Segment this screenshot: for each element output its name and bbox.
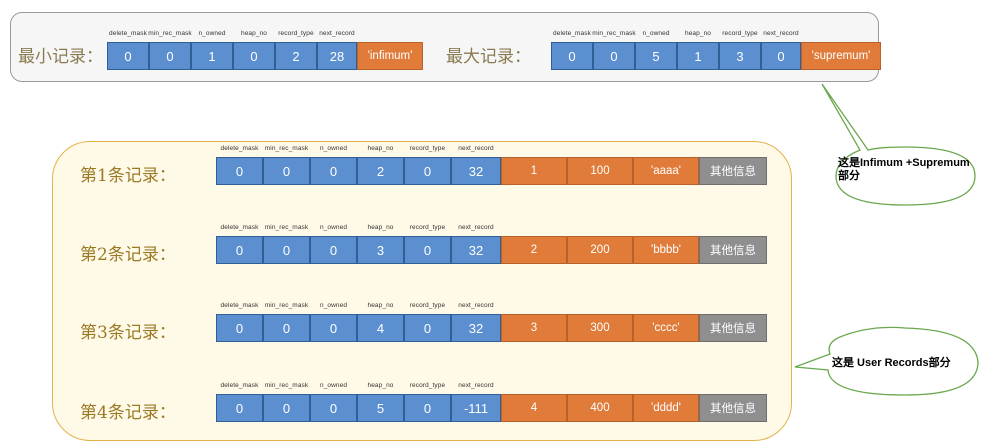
record-3-field-min_rec_mask: 0: [263, 314, 310, 342]
record-2-col1: 2: [501, 236, 567, 264]
record-4-col3: 'dddd': [633, 394, 699, 422]
record-3-field-n_owned: 0: [310, 314, 357, 342]
record-2-header-delete_mask: delete_mask: [220, 224, 259, 231]
infimum-field-next_record: 28: [317, 42, 357, 70]
infimum-field-delete_mask: 0: [107, 42, 149, 70]
record-3-field-next_record: 32: [451, 314, 501, 342]
record-2-field-n_owned: 0: [310, 236, 357, 264]
record-4-field-delete_mask: 0: [216, 394, 263, 422]
record-2-col2: 200: [567, 236, 633, 264]
infimum-header-record_type: record_type: [278, 30, 314, 37]
infimum-field-heap_no: 0: [233, 42, 275, 70]
record-2-field-min_rec_mask: 0: [263, 236, 310, 264]
record-3-header-n_owned: n_owned: [319, 302, 348, 309]
record-3-field-heap_no: 4: [357, 314, 404, 342]
record-4-header-record_type: record_type: [409, 382, 446, 389]
record-3-field-record_type: 0: [404, 314, 451, 342]
record-1-header-heap_no: heap_no: [367, 145, 394, 152]
supremum-field-record_type: 3: [719, 42, 761, 70]
record-4-field-n_owned: 0: [310, 394, 357, 422]
record-2-other-info: 其他信息: [699, 236, 767, 264]
supremum-header-n_owned: n_owned: [642, 30, 670, 37]
record-1-field-min_rec_mask: 0: [263, 157, 310, 185]
record-1-header-next_record: next_record: [458, 145, 494, 152]
record-1-field-n_owned: 0: [310, 157, 357, 185]
record-4-header-n_owned: n_owned: [319, 382, 348, 389]
record-4-header-heap_no: heap_no: [367, 382, 394, 389]
record-3-field-delete_mask: 0: [216, 314, 263, 342]
infimum-data-cell: 'infimum': [357, 42, 423, 70]
supremum-field-n_owned: 5: [635, 42, 677, 70]
record-3-header-heap_no: heap_no: [367, 302, 394, 309]
infimum-header-heap_no: heap_no: [240, 30, 268, 37]
infimum-label: 最小记录：: [18, 47, 103, 67]
record-1-field-next_record: 32: [451, 157, 501, 185]
record-3-header-next_record: next_record: [458, 302, 494, 309]
record-3-col3: 'cccc': [633, 314, 699, 342]
record-2-field-delete_mask: 0: [216, 236, 263, 264]
record-3-other-info: 其他信息: [699, 314, 767, 342]
infimum-field-n_owned: 1: [191, 42, 233, 70]
record-1-field-delete_mask: 0: [216, 157, 263, 185]
infimum-header-next_record: next_record: [319, 30, 355, 37]
record-1-col2: 100: [567, 157, 633, 185]
record-2-header-record_type: record_type: [409, 224, 446, 231]
supremum-header-min_rec_mask: min_rec_mask: [592, 30, 636, 37]
record-4-other-info: 其他信息: [699, 394, 767, 422]
record-1-col1: 1: [501, 157, 567, 185]
infimum-field-min_rec_mask: 0: [149, 42, 191, 70]
record-4-label: 第4条记录：: [80, 403, 176, 423]
record-2-header-min_rec_mask: min_rec_mask: [264, 224, 309, 231]
record-1-header-n_owned: n_owned: [319, 145, 348, 152]
infimum-header-n_owned: n_owned: [198, 30, 226, 37]
record-4-field-min_rec_mask: 0: [263, 394, 310, 422]
record-4-col2: 400: [567, 394, 633, 422]
supremum-field-delete_mask: 0: [551, 42, 593, 70]
record-1-header-record_type: record_type: [409, 145, 446, 152]
supremum-header-next_record: next_record: [763, 30, 799, 37]
record-1-col3: 'aaaa': [633, 157, 699, 185]
infimum-supremum-callout-bubble: [821, 83, 976, 206]
record-4-header-delete_mask: delete_mask: [220, 382, 259, 389]
record-3-label: 第3条记录：: [80, 323, 176, 343]
record-2-header-heap_no: heap_no: [367, 224, 394, 231]
record-2-field-heap_no: 3: [357, 236, 404, 264]
supremum-field-next_record: 0: [761, 42, 801, 70]
record-2-field-next_record: 32: [451, 236, 501, 264]
supremum-field-heap_no: 1: [677, 42, 719, 70]
supremum-header-record_type: record_type: [722, 30, 758, 37]
record-1-header-min_rec_mask: min_rec_mask: [264, 145, 309, 152]
record-4-header-next_record: next_record: [458, 382, 494, 389]
user-records-callout-text: 这是 User Records部分: [832, 357, 951, 369]
record-4-field-record_type: 0: [404, 394, 451, 422]
supremum-field-min_rec_mask: 0: [593, 42, 635, 70]
record-3-header-delete_mask: delete_mask: [220, 302, 259, 309]
supremum-header-delete_mask: delete_mask: [553, 30, 591, 37]
infimum-field-record_type: 2: [275, 42, 317, 70]
record-2-label: 第2条记录：: [80, 245, 176, 265]
record-1-other-info: 其他信息: [699, 157, 767, 185]
supremum-data-cell: 'supremum': [801, 42, 881, 70]
supremum-header-heap_no: heap_no: [684, 30, 712, 37]
record-1-header-delete_mask: delete_mask: [220, 145, 259, 152]
record-1-field-record_type: 0: [404, 157, 451, 185]
infimum-header-min_rec_mask: min_rec_mask: [148, 30, 192, 37]
record-3-col2: 300: [567, 314, 633, 342]
record-2-col3: 'bbbb': [633, 236, 699, 264]
infimum-header-delete_mask: delete_mask: [109, 30, 147, 37]
infimum-supremum-callout-text: 这是Infimum +Supremum部分: [838, 157, 970, 182]
supremum-label: 最大记录：: [446, 47, 531, 67]
record-2-header-n_owned: n_owned: [319, 224, 348, 231]
record-1-label: 第1条记录：: [80, 166, 176, 186]
record-3-header-min_rec_mask: min_rec_mask: [264, 302, 309, 309]
record-1-field-heap_no: 2: [357, 157, 404, 185]
record-2-field-record_type: 0: [404, 236, 451, 264]
record-4-col1: 4: [501, 394, 567, 422]
record-4-field-next_record: -111: [451, 394, 501, 422]
record-2-header-next_record: next_record: [458, 224, 494, 231]
record-4-field-heap_no: 5: [357, 394, 404, 422]
record-3-header-record_type: record_type: [409, 302, 446, 309]
record-3-col1: 3: [501, 314, 567, 342]
record-4-header-min_rec_mask: min_rec_mask: [264, 382, 309, 389]
